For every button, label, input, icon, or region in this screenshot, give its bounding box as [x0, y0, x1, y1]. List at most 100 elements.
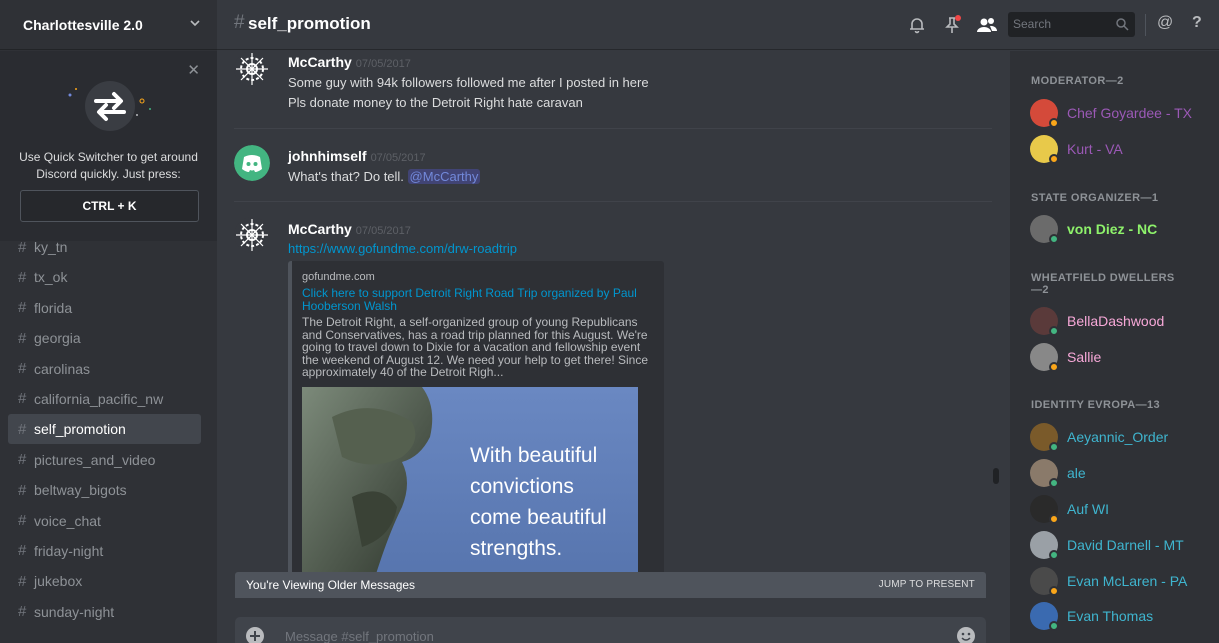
- server-header[interactable]: Charlottesville 2.0: [0, 0, 217, 50]
- status-indicator: [1049, 234, 1059, 244]
- mentions-icon[interactable]: @: [1157, 14, 1173, 32]
- quick-switcher-text: Use Quick Switcher to get around Discord…: [0, 149, 217, 183]
- help-icon[interactable]: ?: [1192, 14, 1202, 32]
- member-item[interactable]: BellaDashwood: [1030, 307, 1215, 337]
- embed-image[interactable]: With beautiful convictions come beautifu…: [302, 387, 638, 581]
- member-item[interactable]: Evan Thomas: [1030, 602, 1215, 632]
- channel-item-georgia[interactable]: # georgia: [8, 323, 201, 353]
- member-name: ale: [1067, 465, 1086, 481]
- hash-icon: #: [18, 360, 27, 378]
- header-divider: [1145, 14, 1146, 36]
- message-timestamp: 07/05/2017: [370, 152, 426, 164]
- channel-header: # self_promotion Search @ ?: [217, 0, 1219, 50]
- channel-item-ky_tn[interactable]: # ky_tn: [8, 232, 201, 262]
- channel-item-voice_chat[interactable]: # voice_chat: [8, 506, 201, 536]
- member-item[interactable]: Aeyannic_Order: [1030, 423, 1215, 453]
- image-caption-line: come beautiful: [470, 506, 607, 529]
- bell-icon[interactable]: [907, 15, 927, 35]
- member-name: David Darnell - MT: [1067, 537, 1184, 553]
- member-group-header: MODERATOR—2: [1031, 75, 1124, 87]
- quick-switcher-line2: Discord quickly. Just press:: [36, 167, 181, 181]
- member-name: Aeyannic_Order: [1067, 429, 1169, 445]
- status-indicator: [1049, 154, 1059, 164]
- hash-icon: #: [18, 481, 27, 499]
- status-indicator: [1049, 442, 1059, 452]
- message-link[interactable]: https://www.gofundme.com/drw-roadtrip: [288, 241, 517, 256]
- channel-label: jukebox: [34, 573, 83, 590]
- message-author[interactable]: McCarthy 07/05/2017: [288, 221, 411, 237]
- server-name: Charlottesville 2.0: [23, 16, 143, 33]
- channel-item-pictures_and_video[interactable]: # pictures_and_video: [8, 445, 201, 475]
- shortcut-key-box: CTRL + K: [20, 190, 199, 222]
- discord-logo-icon[interactable]: [234, 145, 270, 181]
- channel-item-florida[interactable]: # florida: [8, 293, 201, 323]
- channel-item-sunday-night[interactable]: # sunday-night: [8, 597, 201, 627]
- quick-switcher-line1: Use Quick Switcher to get around: [19, 150, 198, 164]
- author-name[interactable]: McCarthy: [288, 54, 352, 70]
- embed-provider[interactable]: gofundme.com: [302, 271, 375, 283]
- channel-label: florida: [34, 299, 73, 316]
- member-name: Chef Goyardee - TX: [1067, 105, 1193, 121]
- member-item[interactable]: Auf WI: [1030, 495, 1215, 525]
- channel-item-california_pacific_nw[interactable]: # california_pacific_nw: [8, 384, 201, 414]
- avatar[interactable]: [234, 217, 270, 253]
- status-indicator: [1049, 118, 1059, 128]
- search-input[interactable]: Search: [1008, 12, 1135, 37]
- author-name[interactable]: johnhimself: [288, 148, 367, 164]
- message-timestamp: 07/05/2017: [355, 58, 411, 70]
- member-item[interactable]: David Darnell - MT: [1030, 531, 1215, 561]
- pin-icon[interactable]: [942, 15, 962, 35]
- member-name: Auf WI: [1067, 501, 1110, 517]
- member-item[interactable]: Evan McLaren - PA: [1030, 567, 1215, 597]
- member-item[interactable]: Chef Goyardee - TX: [1030, 99, 1215, 129]
- emoji-icon[interactable]: [957, 627, 975, 643]
- member-item[interactable]: ale: [1030, 459, 1215, 489]
- status-indicator: [1049, 514, 1059, 524]
- message-author[interactable]: McCarthy 07/05/2017: [288, 54, 411, 70]
- member-name: Sallie: [1067, 349, 1102, 365]
- chevron-down-icon[interactable]: [189, 17, 201, 29]
- channel-item-carolinas[interactable]: # carolinas: [8, 354, 201, 384]
- message-list: McCarthy 07/05/2017 Some guy with 94k fol…: [217, 51, 993, 643]
- user-mention[interactable]: @McCarthy: [407, 169, 481, 184]
- message-divider: [234, 201, 992, 202]
- channel-list: # ky_tn # tx_ok # florida # georgia # carolin…: [0, 232, 217, 627]
- channel-label: carolinas: [34, 360, 91, 377]
- members-icon[interactable]: [976, 15, 998, 35]
- image-caption-line: With beautiful: [470, 444, 597, 467]
- channel-label: pictures_and_video: [34, 451, 156, 468]
- message-input[interactable]: Message #self_promotion: [235, 617, 986, 643]
- image-caption-line: convictions: [470, 475, 574, 498]
- channel-item-friday-night[interactable]: # friday-night: [8, 536, 201, 566]
- member-item[interactable]: Kurt - VA: [1030, 135, 1215, 165]
- channel-label: self_promotion: [34, 421, 126, 438]
- hash-icon: #: [18, 420, 27, 438]
- close-icon[interactable]: ✕: [187, 61, 200, 79]
- channel-item-tx_ok[interactable]: # tx_ok: [8, 262, 201, 292]
- channel-label: tx_ok: [34, 269, 68, 286]
- channel-item-self_promotion[interactable]: # self_promotion: [8, 414, 201, 445]
- message-author[interactable]: johnhimself 07/05/2017: [288, 148, 426, 164]
- channel-item-beltway_bigots[interactable]: # beltway_bigots: [8, 475, 201, 505]
- scrollbar-thumb[interactable]: [993, 468, 999, 484]
- member-item[interactable]: Sallie: [1030, 343, 1215, 373]
- message-body: What's that? Do tell.: [288, 169, 404, 184]
- channel-label: georgia: [34, 330, 81, 347]
- member-list: MODERATOR—2 Chef Goyardee - TX Kurt - VA…: [1010, 51, 1219, 643]
- embed-title[interactable]: Click here to support Detroit Right Road…: [302, 287, 642, 313]
- jump-to-present-button[interactable]: JUMP TO PRESENT: [879, 579, 975, 590]
- status-indicator: [1049, 586, 1059, 596]
- status-indicator: [1049, 326, 1059, 336]
- hash-icon: #: [18, 268, 27, 286]
- avatar[interactable]: [234, 51, 270, 87]
- older-messages-text: You're Viewing Older Messages: [246, 578, 416, 592]
- hash-icon: #: [18, 603, 27, 621]
- author-name[interactable]: McCarthy: [288, 221, 352, 237]
- add-attachment-icon[interactable]: [246, 627, 264, 643]
- member-name: Evan Thomas: [1067, 608, 1154, 624]
- channel-item-jukebox[interactable]: # jukebox: [8, 566, 201, 596]
- channel-label: beltway_bigots: [34, 482, 127, 499]
- hash-icon: #: [18, 329, 27, 347]
- scrollbar-track[interactable]: [992, 52, 1000, 640]
- member-item[interactable]: von Diez - NC: [1030, 215, 1215, 245]
